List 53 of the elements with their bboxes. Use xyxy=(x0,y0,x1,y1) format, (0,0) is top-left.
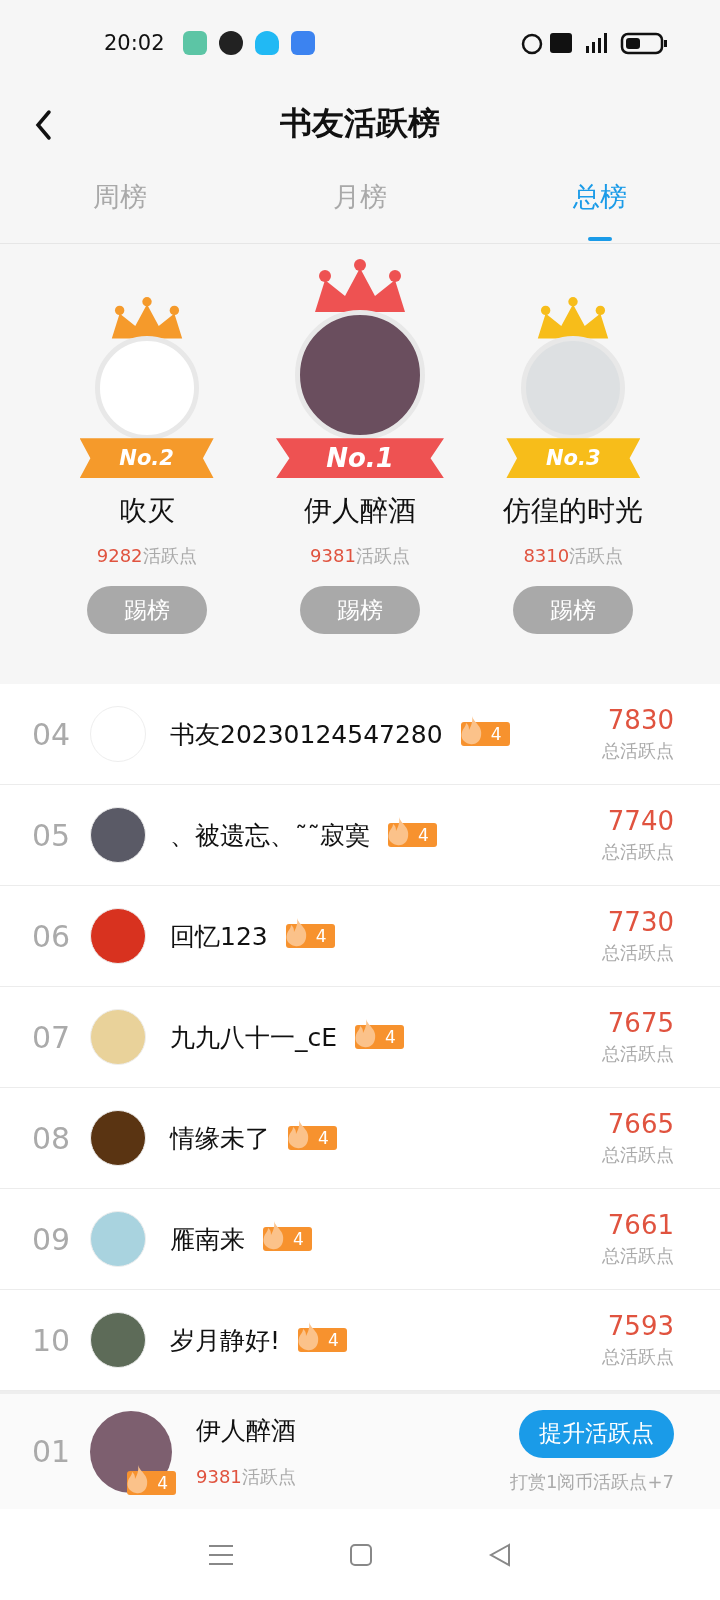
score-value: 7675 xyxy=(607,1008,674,1039)
rank-number: 01 xyxy=(32,1434,72,1470)
user-name: 仿徨的时光 xyxy=(503,493,644,530)
user-name: 、被遗忘、˜˜寂寞 xyxy=(170,819,370,852)
tab[interactable]: 总榜 xyxy=(480,161,720,244)
activity-points: 9381活跃点 xyxy=(310,544,410,569)
rank-ribbon: No.2 xyxy=(79,438,214,479)
kick-button[interactable]: 踢榜 xyxy=(300,586,420,635)
user-name: 伊人醉酒 xyxy=(196,1415,296,1448)
menu-icon[interactable] xyxy=(207,1543,234,1566)
score-value: 7593 xyxy=(607,1311,674,1342)
score-label: 总活跃点 xyxy=(602,1345,674,1370)
rank-number: 06 xyxy=(32,918,72,954)
rank-number: 09 xyxy=(32,1221,72,1257)
rank-number: 04 xyxy=(32,716,72,752)
score-value: 7740 xyxy=(607,806,674,837)
user-name: 书友20230124547280 xyxy=(170,718,443,751)
home-icon[interactable] xyxy=(349,1542,373,1567)
activity-points: 9381活跃点 xyxy=(196,1465,296,1490)
score-label: 总活跃点 xyxy=(602,840,674,865)
user-name: 回忆123 xyxy=(170,920,268,953)
tab[interactable]: 月榜 xyxy=(240,161,480,244)
user-name: 伊人醉酒 xyxy=(304,493,416,530)
user-name: 雁南来 xyxy=(170,1223,245,1256)
score-value: 7830 xyxy=(607,705,674,736)
reward-hint: 打赏1阅币活跃点+7 xyxy=(510,1469,674,1494)
rank-ribbon: No.1 xyxy=(276,438,444,479)
kick-button[interactable]: 踢榜 xyxy=(513,586,634,635)
user-name: 吹灭 xyxy=(118,493,175,530)
tab[interactable]: 周榜 xyxy=(0,161,240,244)
score-label: 总活跃点 xyxy=(602,941,674,966)
activity-points: 8310活跃点 xyxy=(523,544,624,569)
boost-points-button[interactable]: 提升活跃点 xyxy=(519,1409,674,1458)
kick-button[interactable]: 踢榜 xyxy=(86,586,207,635)
user-name: 岁月静好! xyxy=(170,1324,281,1357)
back-icon[interactable] xyxy=(34,108,52,141)
score-label: 总活跃点 xyxy=(602,1143,674,1168)
rank-number: 08 xyxy=(32,1120,72,1156)
user-name: 情缘未了 xyxy=(170,1122,270,1155)
rank-number: 10 xyxy=(32,1322,72,1358)
rank-number: 05 xyxy=(32,817,72,853)
score-value: 7661 xyxy=(607,1210,674,1241)
user-name: 九九八十一_cE xyxy=(170,1021,338,1054)
status-time: 20:02 xyxy=(104,31,165,56)
page-title: 书友活跃榜 xyxy=(280,103,440,145)
score-value: 7730 xyxy=(607,907,674,938)
score-label: 总活跃点 xyxy=(602,739,674,764)
rank-number: 07 xyxy=(32,1019,72,1055)
score-label: 总活跃点 xyxy=(602,1042,674,1067)
rank-ribbon: No.3 xyxy=(506,438,641,479)
score-value: 7665 xyxy=(607,1109,674,1140)
score-label: 总活跃点 xyxy=(602,1244,674,1269)
activity-points: 9282活跃点 xyxy=(96,544,197,569)
